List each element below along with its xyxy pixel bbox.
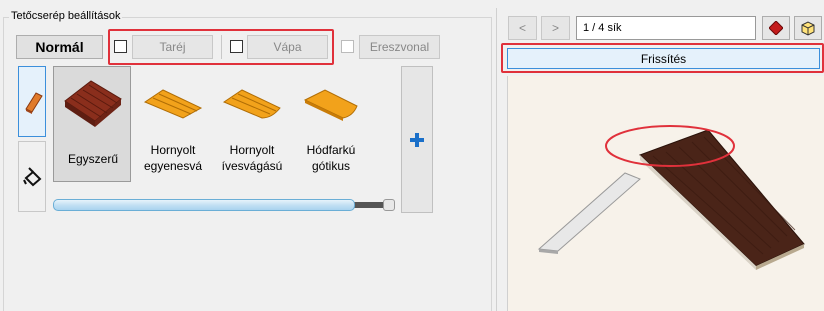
scrollbar-end-cap	[383, 199, 395, 211]
ereszvonal-label: Ereszvonal	[369, 40, 430, 54]
plane-indicator-text: 1 / 4 sík	[583, 22, 622, 34]
plane-indicator-field: 1 / 4 sík	[576, 16, 756, 40]
tile-label-hornyolt-egyenes: Hornyolt egyenesvá	[143, 143, 203, 173]
tile-item-hornyolt-ives[interactable]: Hornyolt ívesvágású	[213, 66, 291, 182]
panel-divider	[496, 8, 497, 311]
tile-label-hornyolt-ives: Hornyolt ívesvágású	[221, 143, 283, 173]
next-label: >	[551, 21, 559, 35]
material-button[interactable]	[762, 16, 790, 40]
plus-icon	[410, 132, 424, 147]
prev-label: <	[518, 21, 526, 35]
add-tile-button[interactable]	[401, 66, 433, 213]
roof-3d-model	[537, 125, 805, 270]
ereszvonal-button[interactable]: Ereszvonal	[359, 35, 440, 59]
prev-plane-button[interactable]: <	[508, 16, 537, 40]
ereszvonal-checkbox[interactable]	[341, 40, 354, 53]
tile-item-egyszeru[interactable]: Egyszerű	[53, 66, 131, 182]
tile-item-hodfarku[interactable]: Hódfarkú gótikus	[292, 66, 370, 182]
roof-preview-viewport[interactable]	[507, 76, 824, 311]
refresh-button[interactable]: Frissítés	[507, 48, 820, 69]
tile-grooved-curved-icon	[222, 89, 281, 119]
tile-grooved-straight-icon	[143, 89, 203, 119]
mode-normal-button[interactable]: Normál	[16, 35, 103, 59]
tile-list-scrollbar[interactable]	[53, 198, 395, 212]
next-plane-button[interactable]: >	[541, 16, 570, 40]
paint-bucket-icon	[23, 167, 42, 187]
tile-tab-icon	[25, 92, 43, 114]
diamond-icon	[769, 21, 783, 35]
tile-flat-brown-icon	[64, 80, 122, 127]
scrollbar-thumb[interactable]	[53, 199, 355, 211]
cube-icon	[801, 21, 815, 36]
tile-tab[interactable]	[18, 66, 46, 137]
mode-normal-label: Normál	[35, 39, 84, 55]
refresh-label: Frissítés	[640, 51, 687, 66]
tile-item-hornyolt-egyenes[interactable]: Hornyolt egyenesvá	[134, 66, 212, 182]
tile-list: Egyszerű Hornyolt egyenesvá Hornyolt íve…	[49, 66, 399, 213]
tile-beavertail-icon	[303, 89, 358, 121]
group-title: Tetőcserép beállítások	[9, 10, 123, 22]
view-3d-button[interactable]	[794, 16, 822, 40]
tile-label-hodfarku: Hódfarkú gótikus	[306, 143, 356, 173]
tile-label-egyszeru: Egyszerű	[67, 152, 119, 166]
highlight-rectangle	[108, 29, 334, 65]
paint-tab[interactable]	[18, 141, 46, 212]
